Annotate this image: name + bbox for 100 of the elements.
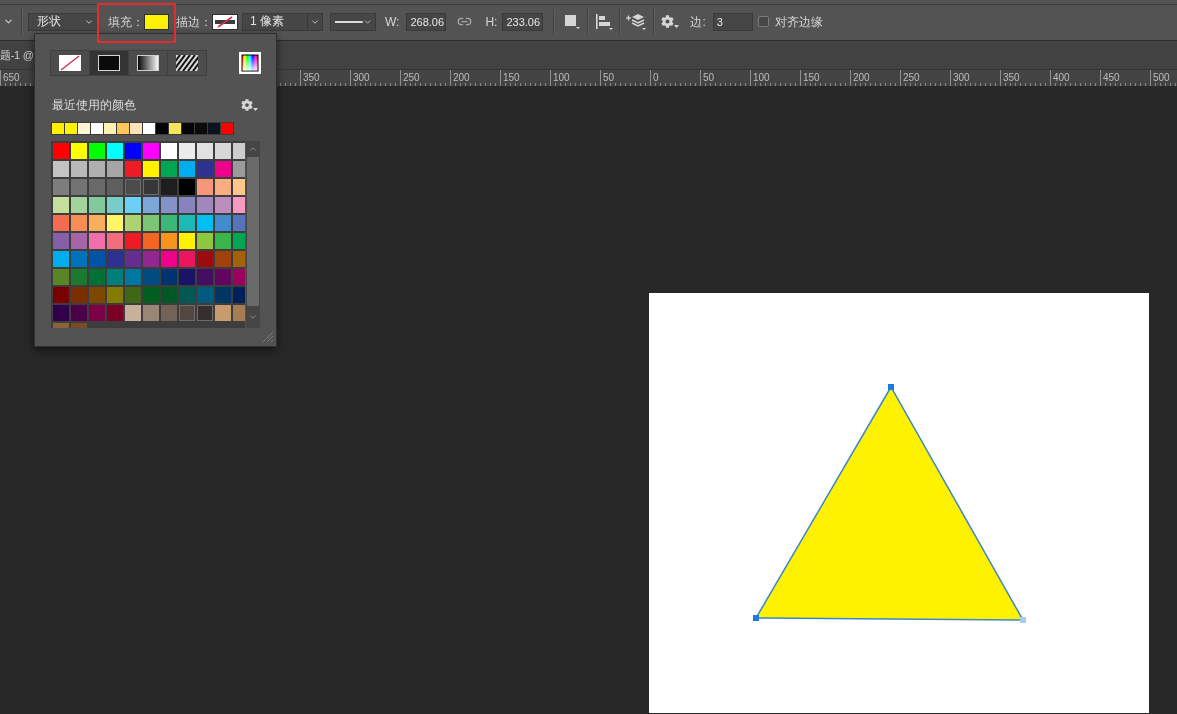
- color-swatch[interactable]: [71, 287, 87, 303]
- chevron-down-icon[interactable]: [248, 312, 258, 322]
- color-swatch[interactable]: [89, 179, 105, 195]
- sides-field[interactable]: 3: [712, 12, 753, 31]
- scrollbar-thumb[interactable]: [247, 157, 259, 306]
- color-swatch[interactable]: [233, 269, 245, 285]
- color-swatch[interactable]: [107, 161, 123, 177]
- color-swatch[interactable]: [182, 123, 194, 134]
- color-swatch[interactable]: [197, 161, 213, 177]
- color-swatch[interactable]: [143, 143, 159, 159]
- color-swatch[interactable]: [233, 251, 245, 267]
- triangle-shape[interactable]: [753, 384, 1026, 623]
- align-edges-checkbox[interactable]: [757, 16, 769, 27]
- color-swatch[interactable]: [125, 161, 141, 177]
- color-swatch[interactable]: [53, 233, 69, 249]
- color-swatch[interactable]: [53, 269, 69, 285]
- color-swatch[interactable]: [107, 287, 123, 303]
- color-swatch[interactable]: [71, 161, 87, 177]
- color-swatch[interactable]: [52, 123, 64, 134]
- color-swatch[interactable]: [161, 215, 177, 231]
- color-swatch[interactable]: [71, 323, 87, 328]
- color-swatch[interactable]: [197, 269, 213, 285]
- color-swatch[interactable]: [197, 287, 213, 303]
- color-swatch[interactable]: [179, 251, 195, 267]
- color-swatch[interactable]: [195, 123, 207, 134]
- color-swatch[interactable]: [130, 123, 142, 134]
- color-swatch[interactable]: [215, 305, 231, 321]
- color-swatch[interactable]: [233, 287, 245, 303]
- color-swatch[interactable]: [53, 251, 69, 267]
- color-swatch[interactable]: [233, 179, 245, 195]
- color-swatch[interactable]: [89, 215, 105, 231]
- color-swatch[interactable]: [221, 123, 233, 134]
- color-swatch[interactable]: [78, 123, 90, 134]
- color-swatch[interactable]: [179, 179, 195, 195]
- color-swatch[interactable]: [71, 251, 87, 267]
- color-swatch[interactable]: [125, 287, 141, 303]
- chevron-down-icon[interactable]: [3, 16, 14, 27]
- color-swatch[interactable]: [197, 143, 213, 159]
- pattern-fill-button[interactable]: [168, 51, 206, 75]
- color-swatch[interactable]: [179, 269, 195, 285]
- color-swatch[interactable]: [65, 123, 77, 134]
- color-swatch[interactable]: [71, 143, 87, 159]
- stroke-swatch[interactable]: [212, 13, 238, 30]
- stroke-width-dropdown[interactable]: 1 像素: [242, 12, 323, 31]
- color-swatch[interactable]: [233, 233, 245, 249]
- color-swatch[interactable]: [71, 197, 87, 213]
- solid-color-button[interactable]: [90, 51, 128, 75]
- color-swatch[interactable]: [143, 269, 159, 285]
- color-swatch[interactable]: [215, 143, 231, 159]
- gradient-fill-button[interactable]: [129, 51, 167, 75]
- color-swatch[interactable]: [104, 123, 116, 134]
- color-swatch[interactable]: [197, 197, 213, 213]
- color-swatch[interactable]: [197, 305, 213, 321]
- no-fill-button[interactable]: [51, 51, 89, 75]
- color-swatch[interactable]: [215, 269, 231, 285]
- color-swatch[interactable]: [107, 143, 123, 159]
- color-swatch[interactable]: [143, 197, 159, 213]
- color-swatch[interactable]: [125, 143, 141, 159]
- color-swatch[interactable]: [161, 161, 177, 177]
- color-swatch[interactable]: [117, 123, 129, 134]
- color-swatch[interactable]: [197, 233, 213, 249]
- color-swatch[interactable]: [169, 123, 181, 134]
- color-swatch[interactable]: [71, 269, 87, 285]
- color-swatch[interactable]: [143, 179, 159, 195]
- color-swatch[interactable]: [215, 215, 231, 231]
- color-swatch[interactable]: [89, 143, 105, 159]
- color-swatch[interactable]: [143, 305, 159, 321]
- color-swatch[interactable]: [107, 179, 123, 195]
- color-swatch[interactable]: [179, 143, 195, 159]
- color-swatch[interactable]: [107, 233, 123, 249]
- color-swatch[interactable]: [125, 215, 141, 231]
- color-swatch[interactable]: [89, 251, 105, 267]
- color-swatch[interactable]: [156, 123, 168, 134]
- color-swatch[interactable]: [143, 161, 159, 177]
- color-swatch[interactable]: [208, 123, 220, 134]
- color-swatch[interactable]: [89, 305, 105, 321]
- color-swatch[interactable]: [161, 251, 177, 267]
- color-swatch[interactable]: [71, 215, 87, 231]
- color-swatch[interactable]: [233, 197, 245, 213]
- color-swatch[interactable]: [53, 161, 69, 177]
- color-swatch[interactable]: [215, 197, 231, 213]
- color-swatch[interactable]: [89, 287, 105, 303]
- color-swatch[interactable]: [179, 197, 195, 213]
- color-swatch[interactable]: [143, 287, 159, 303]
- color-swatch[interactable]: [107, 269, 123, 285]
- color-swatch[interactable]: [161, 197, 177, 213]
- color-swatch[interactable]: [143, 215, 159, 231]
- color-swatch[interactable]: [197, 179, 213, 195]
- color-swatch[interactable]: [179, 305, 195, 321]
- color-swatch[interactable]: [53, 143, 69, 159]
- chevron-up-icon[interactable]: [248, 144, 258, 154]
- settings-icon[interactable]: [661, 15, 680, 28]
- settings-icon[interactable]: [241, 99, 258, 111]
- color-swatch[interactable]: [71, 233, 87, 249]
- color-swatch[interactable]: [197, 251, 213, 267]
- color-swatch[interactable]: [53, 179, 69, 195]
- color-swatch[interactable]: [125, 305, 141, 321]
- color-swatch[interactable]: [161, 179, 177, 195]
- color-swatch[interactable]: [107, 305, 123, 321]
- color-swatch[interactable]: [215, 287, 231, 303]
